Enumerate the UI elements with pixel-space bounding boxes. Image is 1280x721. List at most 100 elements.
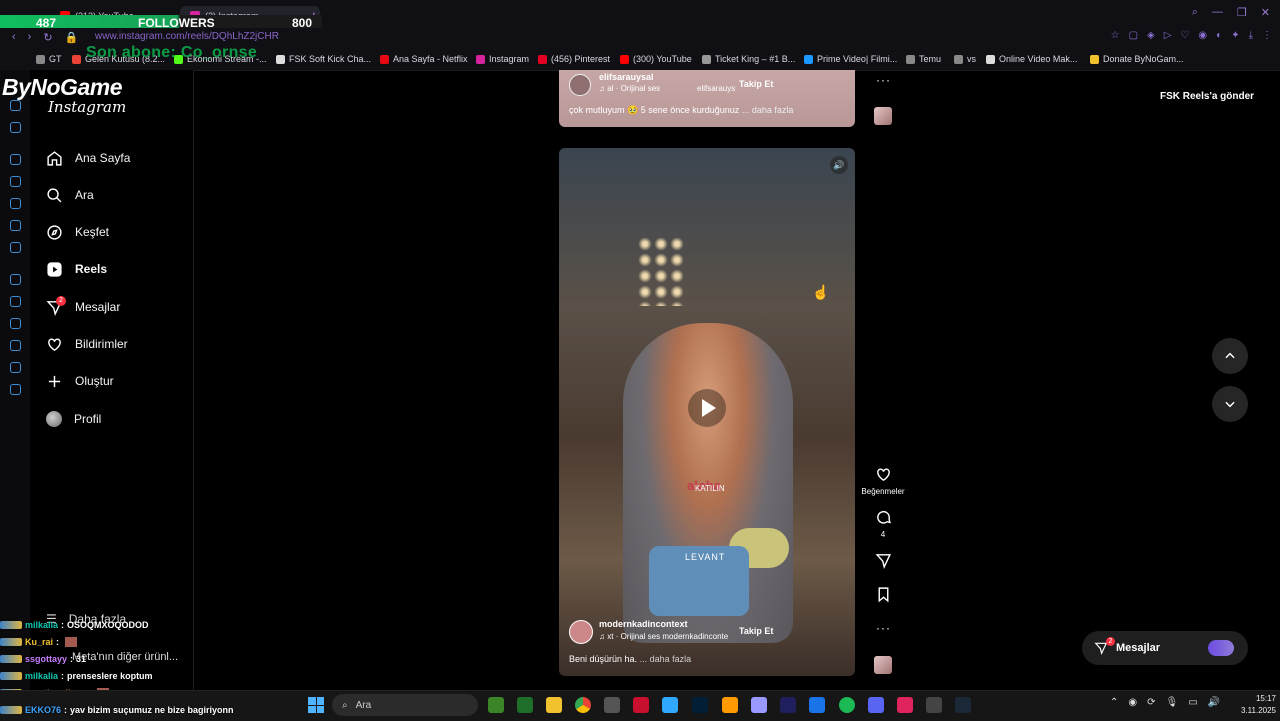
sidebar-app-icon[interactable] (10, 176, 21, 187)
steam-icon[interactable] (955, 697, 971, 713)
download-icon[interactable]: ⤓ (1249, 30, 1253, 41)
network-icon[interactable]: ▭ (1188, 697, 1197, 708)
nav-meta-products[interactable]: Meta'nın diğer ürünl... (72, 651, 178, 663)
shield-icon[interactable]: ◈ (1147, 30, 1155, 41)
sidebar-app-icon[interactable] (10, 318, 21, 329)
bookmark-item[interactable]: Online Video Mak... (986, 54, 1077, 64)
windows-start-icon[interactable] (308, 697, 324, 713)
taskbar-clock[interactable]: 15:17 3.11.2025 (1230, 693, 1276, 717)
forward-icon[interactable]: › (28, 31, 32, 44)
bookmark-item[interactable]: FSK Soft Kick Cha... (276, 54, 371, 64)
photoshop-icon[interactable] (662, 697, 678, 713)
bookmark-item[interactable]: Donate ByNoGam... (1090, 54, 1184, 64)
opera-icon[interactable] (633, 697, 649, 713)
bookmark-item[interactable]: (456) Pinterest (538, 54, 610, 64)
save-button[interactable] (873, 586, 893, 606)
instagram-logo[interactable]: ByNoGame Instagram (2, 74, 126, 116)
more-options-icon[interactable]: ··· (876, 621, 891, 635)
follow-button[interactable]: Takip Et (739, 79, 773, 89)
send-to-reels-button[interactable]: FSK Reels'a gönder (1150, 89, 1264, 104)
comment-button[interactable]: 4 (873, 509, 893, 539)
lock-icon[interactable]: 🔒 (65, 31, 79, 44)
taskbar-search[interactable]: ⌕ Ara (332, 694, 478, 716)
more-options-icon[interactable]: ··· (876, 73, 891, 87)
puzzle-icon[interactable]: ✦ (1231, 30, 1239, 41)
share-button[interactable] (873, 552, 893, 572)
tray-app-icon[interactable]: ◉ (1128, 697, 1137, 708)
photoshop-icon[interactable] (692, 697, 708, 713)
speaker-icon[interactable]: 🔊 (1208, 697, 1220, 708)
audio-thumbnail[interactable] (874, 107, 892, 125)
reel-audio[interactable]: ♫ al · Orijinal ses (599, 84, 660, 93)
minecraft-icon[interactable] (488, 697, 504, 713)
follow-button[interactable]: Takip Et (739, 626, 773, 636)
sidebar-app-icon[interactable] (10, 100, 21, 111)
bookmark-item[interactable]: Instagram (476, 54, 529, 64)
sidebar-app-icon[interactable] (10, 296, 21, 307)
sidebar-app-icon[interactable] (10, 220, 21, 231)
bookmark-item[interactable]: Ticket King – #1 B... (702, 54, 795, 64)
nav-profile[interactable]: Profil (46, 409, 101, 429)
messages-pill[interactable]: 2 Mesajlar (1082, 631, 1248, 665)
obs-icon[interactable] (604, 697, 620, 713)
nav-messages[interactable]: 2 Mesajlar (46, 295, 120, 317)
premiere-icon[interactable] (751, 697, 767, 713)
search-tabs-icon[interactable]: ⌕ (1192, 6, 1198, 19)
app-icon[interactable] (809, 697, 825, 713)
nav-home[interactable]: Ana Sayfa (46, 148, 130, 168)
reel-audio[interactable]: ♫ xt · Orijinal ses modernkadinconte (599, 632, 728, 641)
volume-icon[interactable]: 🔊 (830, 156, 848, 174)
sidebar-app-icon[interactable] (10, 154, 21, 165)
sidebar-app-icon[interactable] (10, 384, 21, 395)
next-reel-button[interactable] (1212, 386, 1248, 422)
reload-icon[interactable]: ↻ (43, 31, 52, 44)
nav-create[interactable]: Oluştur (46, 371, 114, 391)
restore-button[interactable]: ❐ (1237, 6, 1247, 19)
mic-icon[interactable]: 🎙 (1166, 697, 1179, 708)
menu-icon[interactable]: ⋮ (1262, 30, 1272, 41)
play-icon[interactable]: ▷ (1164, 30, 1172, 41)
close-button[interactable]: ✕ (1261, 6, 1270, 19)
file-explorer-icon[interactable] (546, 697, 562, 713)
extension-icon[interactable]: ◉ (1198, 30, 1207, 41)
reel-card-previous[interactable]: elifsarauysal ♫ al · Orijinal ses elifsa… (559, 70, 855, 127)
sidebar-app-icon[interactable] (10, 340, 21, 351)
reel-video-card[interactable]: aloha KATILIN LEVANT 🔊 modernkadincontex… (559, 148, 855, 676)
bookmark-item[interactable]: Prime Video| Filmi... (804, 54, 897, 64)
screenshot-icon[interactable]: ▢ (1129, 30, 1138, 41)
illustrator-icon[interactable] (722, 697, 738, 713)
sidebar-app-icon[interactable] (10, 242, 21, 253)
chrome-icon[interactable] (575, 697, 591, 713)
nav-notifications[interactable]: Bildirimler (46, 334, 128, 354)
bookmark-item[interactable]: vs (954, 54, 976, 64)
reel-username[interactable]: modernkadincontext (599, 619, 688, 629)
audio-thumbnail[interactable] (874, 656, 892, 674)
bookmark-item[interactable]: Temu (906, 54, 941, 64)
bookmark-star-icon[interactable]: ☆ (1111, 30, 1120, 41)
app-icon[interactable] (926, 697, 942, 713)
bookmark-item[interactable]: GT (36, 54, 62, 64)
play-icon[interactable] (687, 388, 727, 428)
sidebar-app-icon[interactable] (10, 122, 21, 133)
spotify-icon[interactable] (839, 697, 855, 713)
chevron-up-icon[interactable]: ⌃ (1110, 697, 1118, 708)
sidebar-app-icon[interactable] (10, 362, 21, 373)
back-icon[interactable]: ‹ (12, 31, 16, 44)
url-field[interactable]: www.instagram.com/reels/DQhLhZ2jCHR (95, 31, 279, 42)
sidebar-app-icon[interactable] (10, 198, 21, 209)
bookmark-item[interactable]: (300) YouTube (620, 54, 692, 64)
previous-reel-button[interactable] (1212, 338, 1248, 374)
nav-reels[interactable]: Reels (46, 259, 107, 279)
avatar[interactable] (569, 620, 593, 644)
like-button[interactable]: Beğenmeler (861, 466, 905, 496)
sidebar-app-icon[interactable] (10, 274, 21, 285)
nav-search[interactable]: Ara (46, 185, 94, 205)
heart-icon[interactable]: ♡ (1180, 30, 1189, 41)
avatar[interactable] (569, 74, 591, 96)
sync-icon[interactable]: ⟳ (1147, 697, 1155, 708)
discord-icon[interactable] (868, 697, 884, 713)
app-icon[interactable] (897, 697, 913, 713)
bookmark-item[interactable]: Ana Sayfa - Netflix (380, 54, 468, 64)
nav-explore[interactable]: Keşfet (46, 222, 109, 242)
after-effects-icon[interactable] (780, 697, 796, 713)
